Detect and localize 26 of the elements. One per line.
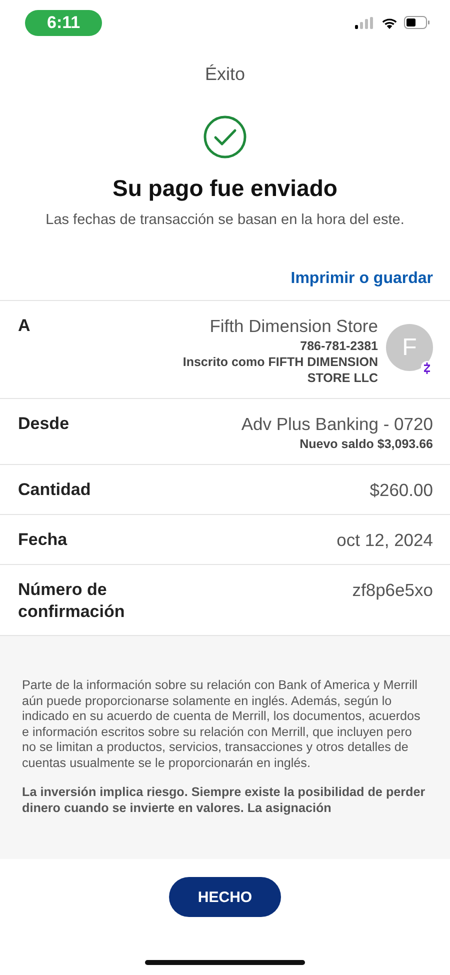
detail-label: Número de confirmación [18, 579, 126, 623]
status-time: 6:11 [25, 10, 102, 36]
detail-value: zf8p6e5xo [352, 579, 433, 602]
detail-label: Cantidad [18, 479, 91, 501]
disclosure-text: La inversión implica riesgo. Siempre existe la posibilidad de perder dinero cuando se invierte en valores. La asignación [22, 785, 426, 816]
done-button[interactable]: HECHO [169, 877, 281, 917]
detail-label: Fecha [18, 529, 68, 551]
zelle-badge-icon [421, 361, 433, 375]
detail-label: Desde [18, 413, 70, 435]
detail-value: Adv Plus Banking - 0720 [241, 413, 433, 436]
detail-subtext: Inscrito como FIFTH DIMENSION STORE LLC [182, 354, 378, 386]
screen-title: Éxito [204, 64, 246, 85]
detail-subtext: Nuevo saldo $3,093.66 [300, 436, 433, 452]
print-or-save-link[interactable]: Imprimir o guardar [290, 270, 433, 288]
detail-value: $260.00 [370, 479, 433, 502]
timezone-note: Las fechas de transacción se basan en la hora del este. [46, 212, 404, 228]
detail-label: A [18, 315, 30, 337]
checkmark-circle-icon [203, 115, 247, 159]
battery-icon [404, 16, 430, 29]
detail-value: oct 12, 2024 [336, 529, 433, 552]
signal-icon [355, 16, 375, 28]
detail-value: Fifth Dimension Store [210, 315, 378, 338]
detail-subtext: 786-781-2381 [300, 338, 378, 354]
wifi-icon [381, 16, 398, 28]
success-headline: Su pago fue enviado [112, 175, 338, 202]
disclosure-text: Parte de la información sobre su relación con Bank of America y Merrill aún puede proporcionarse solamente en inglés. Además, según lo indicado en su acuerdo de cuenta de Merrill, los documentos, acuerdos e información escritos sobre su relación con Merrill, que incluyen pero no se limitan a productos, servicios, transacciones y otros detalles de cuentas usualmente se le proporcionarán en inglés. [22, 678, 422, 771]
